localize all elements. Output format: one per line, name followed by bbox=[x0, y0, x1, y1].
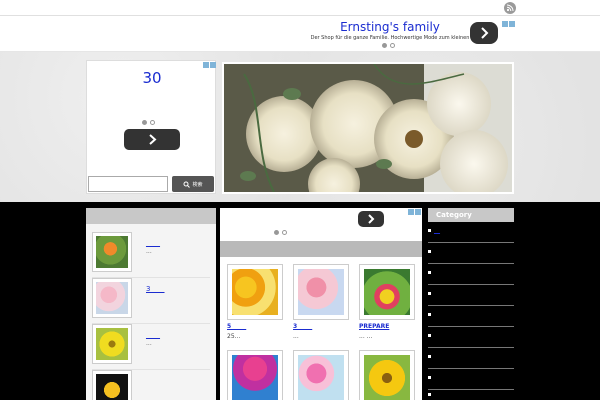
post-excerpt: ... bbox=[146, 248, 152, 255]
post-excerpt: ... ... bbox=[359, 333, 373, 340]
category-item[interactable] bbox=[428, 306, 514, 327]
ad-title[interactable]: Ernsting's family bbox=[310, 20, 470, 34]
header-ad[interactable]: Ernsting's family Der Shop für die ganze… bbox=[310, 19, 516, 49]
grid-item[interactable]: 5_____ 25... bbox=[227, 264, 283, 340]
category-item[interactable] bbox=[428, 348, 514, 369]
header-ad-band: Ernsting's family Der Shop für die ganze… bbox=[0, 16, 600, 52]
list-item[interactable]: ____ ... bbox=[92, 324, 210, 370]
post-thumbnail[interactable] bbox=[293, 264, 349, 320]
sidebar-header bbox=[86, 208, 216, 224]
bullet-icon bbox=[428, 271, 431, 274]
content-ad[interactable] bbox=[220, 208, 422, 235]
search-input[interactable] bbox=[88, 176, 168, 192]
bullet-icon bbox=[428, 313, 431, 316]
ad-pager bbox=[274, 228, 290, 237]
post-thumbnail[interactable] bbox=[227, 350, 283, 400]
post-thumbnail[interactable] bbox=[92, 232, 132, 272]
category-title: Category bbox=[428, 208, 514, 222]
rss-icon[interactable] bbox=[504, 2, 516, 14]
category-item[interactable] bbox=[428, 243, 514, 264]
category-item[interactable] bbox=[428, 327, 514, 348]
post-thumbnail[interactable] bbox=[92, 278, 132, 318]
grid-item[interactable] bbox=[359, 350, 415, 400]
post-thumbnail[interactable] bbox=[359, 264, 415, 320]
search-button[interactable]: 検索 bbox=[172, 176, 214, 192]
bullet-icon bbox=[428, 292, 431, 295]
chevron-right-icon bbox=[149, 134, 157, 145]
ad-next-button[interactable] bbox=[358, 211, 384, 227]
search-icon bbox=[183, 181, 191, 188]
post-excerpt: ... bbox=[146, 340, 152, 347]
chevron-right-icon bbox=[368, 214, 375, 224]
post-link[interactable]: ____ bbox=[146, 331, 160, 339]
bullet-icon bbox=[428, 376, 431, 379]
post-thumbnail[interactable] bbox=[92, 324, 132, 364]
bullet-icon bbox=[428, 250, 431, 253]
list-item[interactable] bbox=[92, 370, 210, 400]
bullet-icon bbox=[428, 355, 431, 358]
grid-item[interactable] bbox=[293, 350, 349, 400]
post-thumbnail[interactable] bbox=[92, 370, 132, 400]
grid-item[interactable] bbox=[227, 350, 283, 400]
ad-choices-icon[interactable] bbox=[408, 209, 421, 215]
section-header-bar bbox=[220, 241, 422, 257]
top-bar bbox=[0, 0, 600, 16]
category-item[interactable] bbox=[428, 390, 514, 400]
grid-item[interactable]: PREPARE ... ... bbox=[359, 264, 415, 340]
list-item[interactable]: 3____ bbox=[92, 278, 210, 324]
ad-next-button[interactable] bbox=[470, 22, 498, 44]
category-item[interactable] bbox=[428, 264, 514, 285]
list-item[interactable]: ____ ... bbox=[92, 232, 210, 278]
post-link[interactable]: ____ bbox=[146, 239, 160, 247]
post-link[interactable]: PREPARE bbox=[359, 323, 415, 330]
category-sidebar: Category __ bbox=[428, 208, 514, 400]
ad-choices-icon[interactable] bbox=[502, 21, 515, 27]
category-item[interactable]: __ bbox=[428, 222, 514, 243]
sidebar-recent-posts: ____ ... 3____ ____ ... bbox=[86, 208, 216, 400]
ad-pager bbox=[142, 118, 158, 127]
ad-choices-icon[interactable] bbox=[203, 62, 216, 68]
post-link[interactable]: 3____ bbox=[146, 285, 164, 293]
search-button-label: 検索 bbox=[192, 181, 203, 188]
side-ad[interactable]: 30 bbox=[86, 60, 216, 194]
bullet-icon bbox=[428, 393, 431, 396]
post-excerpt: ... bbox=[293, 333, 299, 340]
ad-number: 30 bbox=[142, 69, 162, 87]
main-content: 5_____ 25... 3_____ ... PREPARE ... ... bbox=[220, 208, 422, 400]
bullet-icon bbox=[428, 229, 431, 232]
post-excerpt: 25... bbox=[227, 333, 241, 340]
post-thumbnail[interactable] bbox=[293, 350, 349, 400]
post-thumbnail[interactable] bbox=[227, 264, 283, 320]
ad-next-button[interactable] bbox=[124, 129, 180, 150]
category-item[interactable] bbox=[428, 285, 514, 306]
bullet-icon bbox=[428, 334, 431, 337]
post-link[interactable]: 3_____ bbox=[293, 323, 349, 330]
category-item[interactable] bbox=[428, 369, 514, 390]
grid-item[interactable]: 3_____ ... bbox=[293, 264, 349, 340]
hero-photo bbox=[222, 62, 514, 194]
post-thumbnail[interactable] bbox=[359, 350, 415, 400]
chevron-right-icon bbox=[481, 27, 489, 39]
post-link[interactable]: 5_____ bbox=[227, 323, 283, 330]
ad-pager bbox=[382, 41, 398, 50]
search-form: 検索 bbox=[88, 176, 214, 192]
